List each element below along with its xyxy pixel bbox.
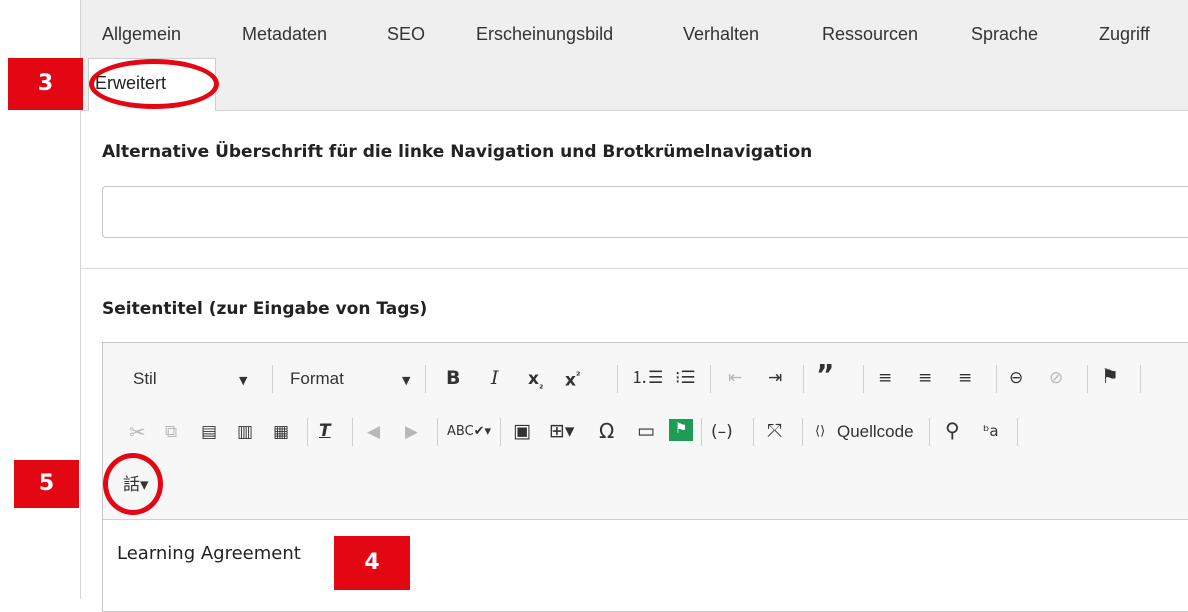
- rich-text-editor: Stil ▼ Format ▼ B I x₂ x² ⒈☰ ⁝☰ ⇤ ⇥ ” ≡ …: [102, 342, 1188, 612]
- image-icon[interactable]: ▣: [513, 421, 531, 441]
- toolbar-separator: [1017, 418, 1018, 446]
- link-icon[interactable]: ⊖: [1009, 368, 1023, 388]
- bold-icon[interactable]: B: [446, 368, 460, 388]
- annotation-marker-4: 4: [334, 536, 410, 590]
- align-right-icon[interactable]: ≡: [958, 368, 972, 388]
- toolbar-separator: [710, 365, 711, 393]
- green-flag-icon[interactable]: ⚑: [669, 419, 693, 441]
- section-divider: [81, 268, 1188, 269]
- align-left-icon[interactable]: ≡: [878, 368, 892, 388]
- superscript-icon[interactable]: x²: [565, 367, 580, 391]
- remove-format-icon[interactable]: T: [319, 421, 331, 441]
- search-icon[interactable]: ⚲: [945, 420, 960, 440]
- toolbar-separator: [753, 418, 754, 446]
- toolbar-separator: [425, 365, 426, 393]
- tab-sprache[interactable]: Sprache: [971, 24, 1038, 45]
- redo-icon[interactable]: ▶: [405, 422, 418, 442]
- subscript-icon[interactable]: x₂: [528, 369, 543, 396]
- format-dropdown[interactable]: Format: [290, 369, 344, 389]
- highlight-circle-language: [103, 453, 163, 515]
- tab-erscheinungsbild[interactable]: Erscheinungsbild: [476, 24, 613, 45]
- source-code-button[interactable]: Quellcode: [837, 422, 914, 442]
- bulleted-list-icon[interactable]: ⁝☰: [675, 368, 696, 388]
- tab-zugriff[interactable]: Zugriff: [1099, 24, 1150, 45]
- toolbar-separator: [929, 418, 930, 446]
- toolbar-separator: [1087, 365, 1088, 393]
- italic-icon[interactable]: I: [491, 368, 499, 388]
- toolbar-separator: [307, 418, 308, 446]
- special-char-icon[interactable]: Ω: [599, 421, 614, 441]
- undo-icon[interactable]: ◀: [367, 422, 380, 442]
- editor-toolbar: Stil ▼ Format ▼ B I x₂ x² ⒈☰ ⁝☰ ⇤ ⇥ ” ≡ …: [103, 343, 1188, 520]
- toolbar-separator: [996, 365, 997, 393]
- align-center-icon[interactable]: ≡: [918, 368, 932, 388]
- paste-icon[interactable]: ▤: [201, 422, 217, 442]
- style-dropdown-chevron-icon[interactable]: ▼: [239, 371, 247, 391]
- highlight-circle-tab: [89, 59, 219, 109]
- replace-icon[interactable]: ᵇa: [983, 421, 999, 441]
- maximize-icon[interactable]: ⤧: [767, 421, 782, 441]
- tab-bar: [81, 0, 1188, 111]
- table-icon[interactable]: ⊞▾: [549, 421, 574, 441]
- book-icon[interactable]: ▭: [637, 421, 655, 441]
- tab-metadaten[interactable]: Metadaten: [242, 24, 327, 45]
- outdent-icon[interactable]: ⇤: [728, 368, 742, 388]
- toolbar-separator: [617, 365, 618, 393]
- paste-word-icon[interactable]: ▦: [273, 422, 289, 442]
- toolbar-separator: [500, 418, 501, 446]
- format-dropdown-chevron-icon[interactable]: ▼: [402, 371, 410, 391]
- numbered-list-icon[interactable]: ⒈☰: [631, 368, 663, 388]
- toolbar-separator: [863, 365, 864, 393]
- paste-text-icon[interactable]: ▥: [237, 422, 253, 442]
- tab-seo[interactable]: SEO: [387, 24, 425, 45]
- page-title-label: Seitentitel (zur Eingabe von Tags): [102, 299, 428, 319]
- toolbar-separator: [352, 418, 353, 446]
- cut-icon[interactable]: ✂: [129, 422, 146, 442]
- blockquote-icon[interactable]: ”: [816, 361, 834, 389]
- alt-nav-title-label: Alternative Überschrift für die linke Na…: [102, 142, 813, 162]
- soft-hyphen-icon[interactable]: (–): [711, 422, 733, 442]
- toolbar-separator: [701, 418, 702, 446]
- copy-icon[interactable]: ⧉: [165, 422, 177, 442]
- editor-content[interactable]: Learning Agreement: [117, 543, 301, 564]
- tab-allgemein[interactable]: Allgemein: [102, 24, 181, 45]
- anchor-flag-icon[interactable]: ⚑: [1101, 366, 1119, 386]
- spellcheck-icon[interactable]: ABC✔▾: [447, 422, 491, 442]
- toolbar-separator: [272, 365, 273, 393]
- indent-icon[interactable]: ⇥: [768, 368, 782, 388]
- tab-ressourcen[interactable]: Ressourcen: [822, 24, 918, 45]
- style-dropdown[interactable]: Stil: [133, 369, 157, 389]
- toolbar-separator: [802, 418, 803, 446]
- source-code-icon[interactable]: ⟨⟩: [815, 422, 825, 442]
- tab-verhalten[interactable]: Verhalten: [683, 24, 759, 45]
- annotation-marker-3: 3: [8, 58, 83, 110]
- toolbar-separator: [803, 365, 804, 393]
- alt-nav-title-input[interactable]: [102, 186, 1188, 238]
- toolbar-separator: [437, 418, 438, 446]
- annotation-marker-5: 5: [14, 460, 79, 508]
- unlink-icon[interactable]: ⊘: [1049, 368, 1063, 388]
- toolbar-separator: [1140, 365, 1141, 393]
